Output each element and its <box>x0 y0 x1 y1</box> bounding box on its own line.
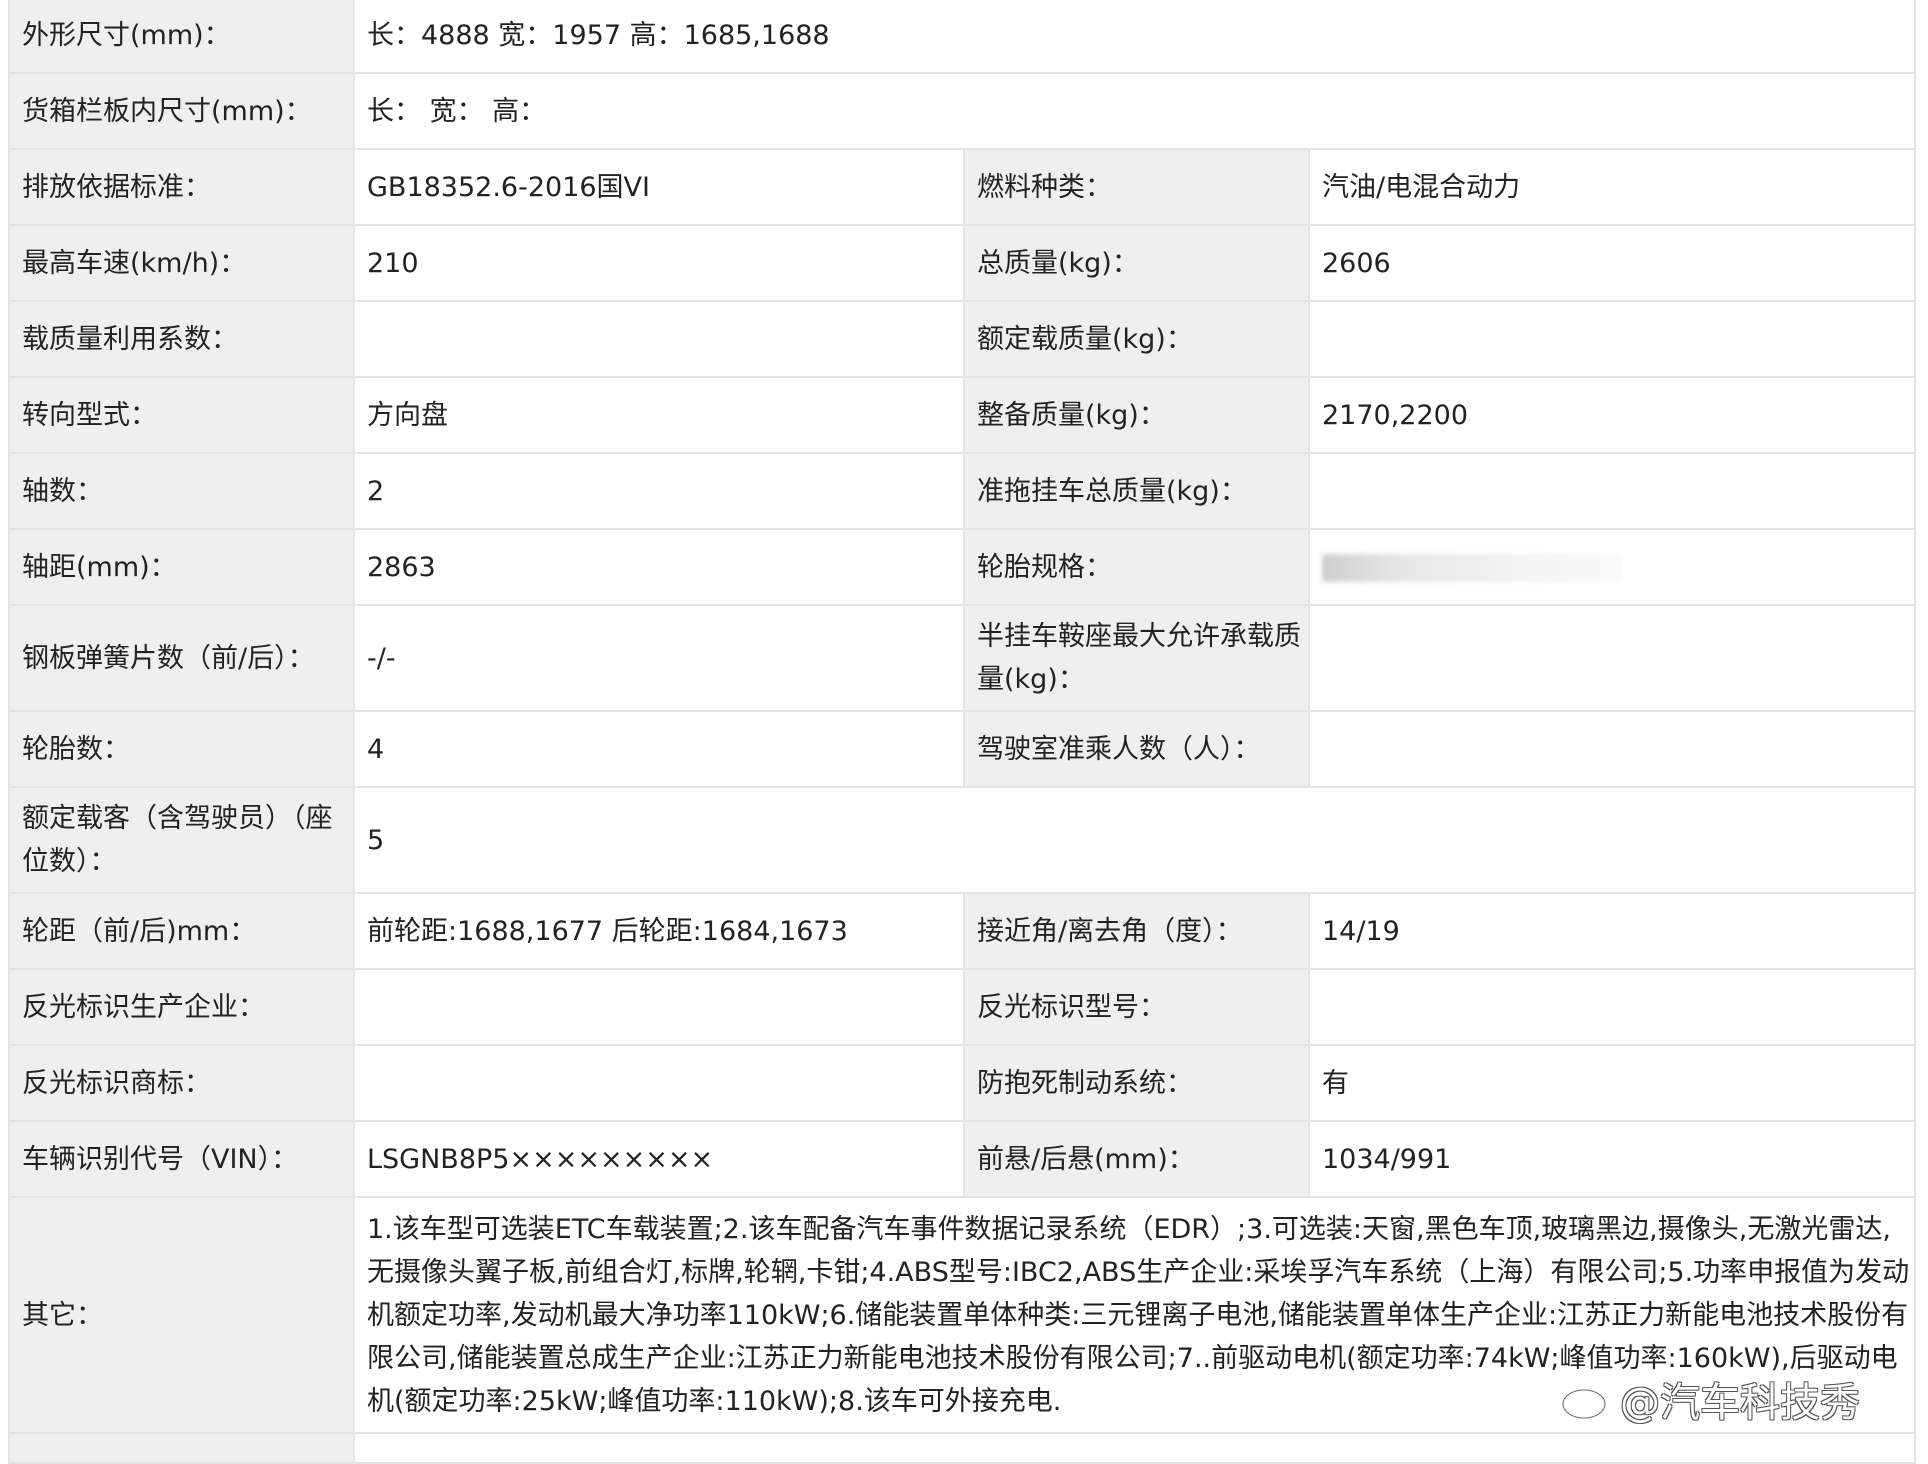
table-row: 钢板弹簧片数（前/后）： -/- 半挂车鞍座最大允许承载质量(kg)： <box>8 604 1917 712</box>
value-abs: 有 <box>1307 1044 1917 1122</box>
value-cab-occupants <box>1307 710 1917 788</box>
label-axle-count: 轴数： <box>8 452 355 530</box>
label-max-speed: 最高车速(km/h)： <box>8 224 355 302</box>
value-seating-capacity: 5 <box>352 786 1917 894</box>
table-row: 货箱栏板内尺寸(mm)： 长： 宽： 高： <box>8 72 1917 150</box>
value-curb-mass: 2170,2200 <box>1307 376 1917 454</box>
label-track-width: 轮距（前/后)mm： <box>8 892 355 970</box>
table-row: 反光标识商标： 防抱死制动系统： 有 <box>8 1044 1917 1122</box>
value-leaf-spring-count: -/- <box>353 604 965 712</box>
label-rated-load: 额定载质量(kg)： <box>963 300 1310 378</box>
label-load-utilization: 载质量利用系数： <box>8 300 355 378</box>
table-row: 载质量利用系数： 额定载质量(kg)： <box>8 300 1917 378</box>
value-overhang: 1034/991 <box>1307 1120 1917 1198</box>
label-gross-mass: 总质量(kg)： <box>963 224 1310 302</box>
value-gross-mass: 2606 <box>1307 224 1917 302</box>
label-wheelbase: 轴距(mm)： <box>8 528 355 606</box>
value-vin: LSGNB8P5××××××××× <box>353 1120 965 1198</box>
table-row: 轴距(mm)： 2863 轮胎规格： <box>8 528 1917 606</box>
table-row: 外形尺寸(mm)： 长：4888 宽：1957 高：1685,1688 <box>8 0 1917 74</box>
table-row: 车辆识别代号（VIN）： LSGNB8P5××××××××× 前悬/后悬(mm)… <box>8 1120 1917 1198</box>
label-reflector-maker: 反光标识生产企业： <box>8 968 355 1046</box>
table-row: 轴数： 2 准拖挂车总质量(kg)： <box>8 452 1917 530</box>
spec-table: 外形尺寸(mm)： 长：4888 宽：1957 高：1685,1688 货箱栏板… <box>8 0 1917 1464</box>
label-other: 其它： <box>8 1196 355 1434</box>
label-reflector-model: 反光标识型号： <box>963 968 1310 1046</box>
label-trailer-mass: 准拖挂车总质量(kg)： <box>963 452 1310 530</box>
value-max-speed: 210 <box>353 224 965 302</box>
label-seating-capacity: 额定载客（含驾驶员）（座位数）： <box>8 786 355 894</box>
label-fuel-type: 燃料种类： <box>963 148 1310 226</box>
value-fuel-type: 汽油/电混合动力 <box>1307 148 1917 226</box>
value-saddle-max-load <box>1307 604 1917 712</box>
table-row: 最高车速(km/h)： 210 总质量(kg)： 2606 <box>8 224 1917 302</box>
value-tire-spec <box>1307 528 1917 606</box>
value-rated-load <box>1307 300 1917 378</box>
value-dimensions: 长：4888 宽：1957 高：1685,1688 <box>352 0 1917 74</box>
value-load-utilization <box>353 300 965 378</box>
label-vin: 车辆识别代号（VIN）： <box>8 1120 355 1198</box>
value-reflector-maker <box>353 968 965 1046</box>
value-approach-departure-angle: 14/19 <box>1307 892 1917 970</box>
table-row: 轮距（前/后)mm： 前轮距:1688,1677 后轮距:1684,1673 接… <box>8 892 1917 970</box>
value-reflector-brand <box>353 1044 965 1122</box>
label-reflector-brand: 反光标识商标： <box>8 1044 355 1122</box>
table-row: 额定载客（含驾驶员）（座位数）： 5 <box>8 786 1917 894</box>
label-tire-spec: 轮胎规格： <box>963 528 1310 606</box>
label-overhang: 前悬/后悬(mm)： <box>963 1120 1310 1198</box>
label-leaf-spring-count: 钢板弹簧片数（前/后）： <box>8 604 355 712</box>
value-track-width: 前轮距:1688,1677 后轮距:1684,1673 <box>353 892 965 970</box>
watermark: @汽车科技秀 <box>1560 1364 1928 1434</box>
weibo-logo-icon <box>1561 1380 1612 1420</box>
label-cargo-box-size: 货箱栏板内尺寸(mm)： <box>8 72 355 150</box>
value-reflector-model <box>1307 968 1917 1046</box>
label-saddle-max-load: 半挂车鞍座最大允许承载质量(kg)： <box>963 604 1310 712</box>
label-abs: 防抱死制动系统： <box>963 1044 1310 1122</box>
label-emission-standard: 排放依据标准： <box>8 148 355 226</box>
label-cab-occupants: 驾驶室准乘人数（人）： <box>963 710 1310 788</box>
label-steering-type: 转向型式： <box>8 376 355 454</box>
value-trailer-mass <box>1307 452 1917 530</box>
value-cargo-box-size: 长： 宽： 高： <box>352 72 1917 150</box>
table-row: 轮胎数： 4 驾驶室准乘人数（人）： <box>8 710 1917 788</box>
value-emission-standard: GB18352.6-2016国VI <box>353 148 965 226</box>
value-wheelbase: 2863 <box>353 528 965 606</box>
value-axle-count: 2 <box>353 452 965 530</box>
table-row: 排放依据标准： GB18352.6-2016国VI 燃料种类： 汽油/电混合动力 <box>8 148 1917 226</box>
label-dimensions: 外形尺寸(mm)： <box>8 0 355 74</box>
table-row: 反光标识生产企业： 反光标识型号： <box>8 968 1917 1046</box>
label-tire-count: 轮胎数： <box>8 710 355 788</box>
label-approach-departure-angle: 接近角/离去角（度）： <box>963 892 1310 970</box>
table-row: 转向型式： 方向盘 整备质量(kg)： 2170,2200 <box>8 376 1917 454</box>
label-curb-mass: 整备质量(kg)： <box>963 376 1310 454</box>
value-steering-type: 方向盘 <box>353 376 965 454</box>
watermark-text: @汽车科技秀 <box>1620 1380 1860 1426</box>
blurred-tire-spec <box>1322 554 1622 582</box>
value-tire-count: 4 <box>353 710 965 788</box>
